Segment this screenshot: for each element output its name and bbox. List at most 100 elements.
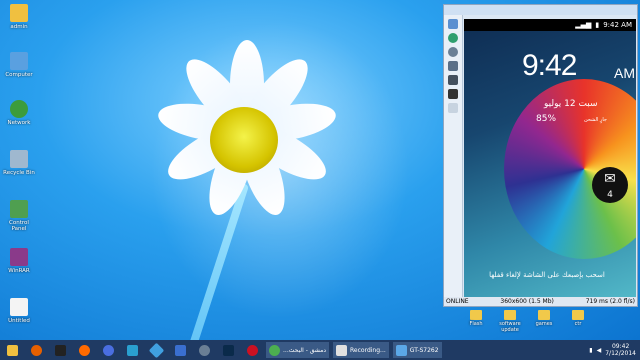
winrar-archive-icon <box>10 248 28 266</box>
document-icon <box>10 298 28 316</box>
folder-icon <box>6 344 18 356</box>
phone-icon[interactable] <box>448 19 458 29</box>
taskbar-app-cmd[interactable] <box>49 342 71 358</box>
desktop-icon-computer[interactable]: Computer <box>2 52 36 78</box>
desktop-icon-label: Recycle Bin <box>3 170 35 176</box>
desktop-icon-flash[interactable]: Flash <box>462 310 490 327</box>
taskbar-app-diamond[interactable] <box>145 342 167 358</box>
network-globe-icon <box>10 100 28 118</box>
globe-icon[interactable] <box>448 33 458 43</box>
folder-icon <box>504 310 516 320</box>
taskbar-app-browser[interactable] <box>97 342 119 358</box>
desktop-icon-label: Flash <box>469 321 483 327</box>
taskbar-app-settings[interactable] <box>193 342 215 358</box>
desktop-icon-software-update[interactable]: software update <box>496 310 524 333</box>
taskbar-app-opera[interactable] <box>241 342 263 358</box>
recycle-bin-icon <box>10 150 28 168</box>
taskbar-window-label: GT-S7262 <box>409 346 439 354</box>
network-icon[interactable]: ▮ <box>589 347 592 354</box>
phone-statusbar: ▂▄▆ ▮ 9:42 AM <box>464 19 636 31</box>
resolution-info: 360x600 (1.5 Mb) <box>500 298 554 305</box>
system-tray: ▮ ◀ 09:42 7/12/2014 <box>589 340 636 360</box>
desktop-icon-winrar[interactable]: WinRAR <box>2 248 36 274</box>
desktop-icon-label: WinRAR <box>8 268 30 274</box>
taskbar-app-media[interactable] <box>73 342 95 358</box>
taskbar-window-recording[interactable]: Recording... <box>333 342 389 358</box>
volume-icon[interactable]: ◀ <box>597 347 602 354</box>
taskbar-window-label: ...دمشق - البحث <box>283 346 327 354</box>
mail-notification[interactable]: ✉ 4 <box>592 167 628 203</box>
messenger-icon <box>126 344 138 356</box>
recording-icon <box>336 344 348 356</box>
desktop-icon-document[interactable]: Untitled <box>2 298 36 324</box>
camera-icon[interactable] <box>448 75 458 85</box>
battery-percentage: 85% <box>536 114 557 124</box>
computer-icon <box>10 52 28 70</box>
folder-user-icon <box>10 4 28 22</box>
window-titlebar[interactable] <box>444 5 637 15</box>
folder-icon <box>538 310 550 320</box>
lockscreen-clock: 9:42 <box>522 49 577 82</box>
battery-icon: ▮ <box>595 21 600 29</box>
desktop-icon-label: admin <box>10 24 28 30</box>
status-time: 9:42 AM <box>603 21 632 29</box>
mail-count: 4 <box>607 190 613 200</box>
unlock-hint: اسحب بإصبعك على الشاشة لإلغاء قفلها <box>489 271 605 279</box>
phone-sidebar <box>444 15 463 297</box>
desktop-icon-admin[interactable]: admin <box>2 4 36 30</box>
browser-icon <box>102 344 114 356</box>
desktop-icon-label: ctr <box>574 321 582 327</box>
wallpaper-flower-center <box>210 107 278 173</box>
settings-icon[interactable] <box>448 61 458 71</box>
document-icon[interactable] <box>448 103 458 113</box>
desktop-icon-games[interactable]: games <box>530 310 558 327</box>
folder-icon <box>572 310 584 320</box>
photoshop-icon <box>222 344 234 356</box>
monitor-icon <box>54 344 66 356</box>
firefox-icon <box>30 344 42 356</box>
desktop-icon-network[interactable]: Network <box>2 100 36 126</box>
charging-status: جارٍ الشحن <box>584 117 608 123</box>
tray-time: 09:42 <box>611 343 630 350</box>
latency-info: 719 ms (2.0 fl/s) <box>585 298 635 305</box>
diamond-icon <box>148 342 164 358</box>
desktop-icon-label: Network <box>7 120 31 126</box>
grid-icon <box>174 344 186 356</box>
desktop-icon-label: Untitled <box>8 318 30 324</box>
lockscreen-date: سبت 12 يوليو <box>544 99 598 109</box>
desktop-icon-control-panel[interactable]: Control Panel <box>2 200 36 232</box>
connection-status: ONLINE <box>446 298 469 305</box>
phone-screen[interactable]: ▂▄▆ ▮ 9:42 AM 9:42 AM سبت 12 يوليو 85% ج… <box>464 19 636 297</box>
taskbar-window-chrome[interactable]: ...دمشق - البحث <box>266 342 330 358</box>
taskbar-window-label: Recording... <box>350 346 386 354</box>
gear-icon <box>198 344 210 356</box>
phone-icon <box>395 344 407 356</box>
search-icon[interactable] <box>448 47 458 57</box>
desktop-icon-label: software update <box>499 321 521 333</box>
tray-date: 7/12/2014 <box>605 350 636 357</box>
taskbar-window-phone[interactable]: GT-S7262 <box>392 342 442 358</box>
desktop-icon-label: Control Panel <box>9 220 29 232</box>
media-player-icon <box>78 344 90 356</box>
taskbar: ...دمشق - البحث Recording... GT-S7262 ▮ … <box>0 340 640 360</box>
folder-icon <box>470 310 482 320</box>
lockscreen-ampm: AM <box>614 65 635 81</box>
tray-clock[interactable]: 09:42 7/12/2014 <box>605 343 636 357</box>
desktop-icon-ctr[interactable]: ctr <box>564 310 592 327</box>
phone-window-statusbar: ONLINE 360x600 (1.5 Mb) 719 ms (2.0 fl/s… <box>444 297 637 306</box>
chrome-icon <box>269 344 280 356</box>
wifi-icon: ▂▄▆ <box>575 21 592 29</box>
desktop-icon-label: Computer <box>5 72 33 78</box>
taskbar-app-photoshop[interactable] <box>217 342 239 358</box>
desktop-icon-label: games <box>535 321 553 327</box>
desktop-icon-recycle-bin[interactable]: Recycle Bin <box>2 150 36 176</box>
phone-mirror-window[interactable]: ▂▄▆ ▮ 9:42 AM 9:42 AM سبت 12 يوليو 85% ج… <box>443 4 638 307</box>
control-panel-icon <box>10 200 28 218</box>
taskbar-app-grid[interactable] <box>169 342 191 358</box>
desktop: admin Computer Network Recycle Bin Contr… <box>0 0 640 340</box>
opera-icon <box>246 344 258 356</box>
taskbar-app-firefox[interactable] <box>25 342 47 358</box>
taskbar-app-file-explorer[interactable] <box>1 342 23 358</box>
taskbar-app-messenger[interactable] <box>121 342 143 358</box>
clapperboard-icon[interactable] <box>448 89 458 99</box>
